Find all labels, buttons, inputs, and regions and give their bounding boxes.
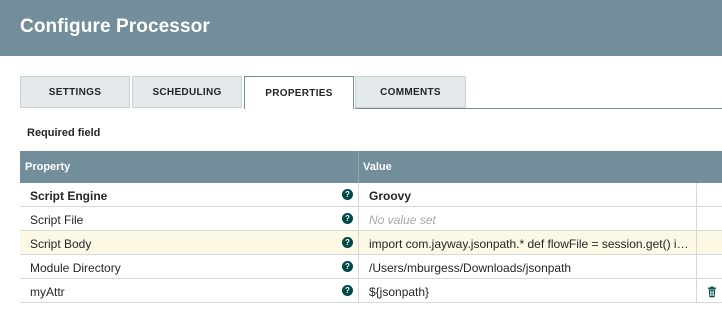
required-field-label: Required field xyxy=(27,127,101,139)
property-name: Module Directory xyxy=(30,261,121,275)
help-icon[interactable]: ? xyxy=(342,261,353,272)
table-row-selected: Script Body ? import com.jayway.jsonpath… xyxy=(20,231,722,255)
trash-icon[interactable] xyxy=(706,285,718,298)
property-value[interactable]: No value set xyxy=(369,213,689,227)
property-name: Script Engine xyxy=(30,189,108,203)
table-row: myAttr ? ${jsonpath} xyxy=(20,279,722,303)
help-icon[interactable]: ? xyxy=(342,213,353,224)
property-name: myAttr xyxy=(30,285,65,299)
property-value[interactable]: import com.jayway.jsonpath.* def flowFil… xyxy=(369,237,689,251)
help-icon[interactable]: ? xyxy=(342,237,353,248)
help-icon[interactable]: ? xyxy=(342,285,353,296)
tab-settings[interactable]: SETTINGS xyxy=(20,76,130,108)
properties-table: Property Value Script Engine ? Groovy Sc… xyxy=(20,151,722,303)
dialog-title: Configure Processor xyxy=(20,16,210,37)
dialog-header: Configure Processor xyxy=(0,0,722,56)
property-name: Script Body xyxy=(30,237,92,251)
table-row: Script File ? No value set xyxy=(20,207,722,231)
column-header-property[interactable]: Property xyxy=(25,161,70,173)
table-row: Script Engine ? Groovy xyxy=(20,183,722,207)
property-value[interactable]: /Users/mburgess/Downloads/jsonpath xyxy=(369,261,689,275)
tab-scheduling[interactable]: SCHEDULING xyxy=(132,76,242,108)
table-header: Property Value xyxy=(20,151,722,183)
column-header-value[interactable]: Value xyxy=(363,161,392,173)
column-divider xyxy=(358,151,359,183)
property-value[interactable]: Groovy xyxy=(369,189,689,203)
tab-properties[interactable]: PROPERTIES xyxy=(244,76,354,109)
property-value[interactable]: ${jsonpath} xyxy=(369,285,689,299)
help-icon[interactable]: ? xyxy=(342,189,353,200)
property-name: Script File xyxy=(30,213,84,227)
tab-comments[interactable]: COMMENTS xyxy=(355,76,466,108)
table-row: Module Directory ? /Users/mburgess/Downl… xyxy=(20,255,722,279)
tab-bar: SETTINGS SCHEDULING PROPERTIES COMMENTS xyxy=(20,76,722,109)
